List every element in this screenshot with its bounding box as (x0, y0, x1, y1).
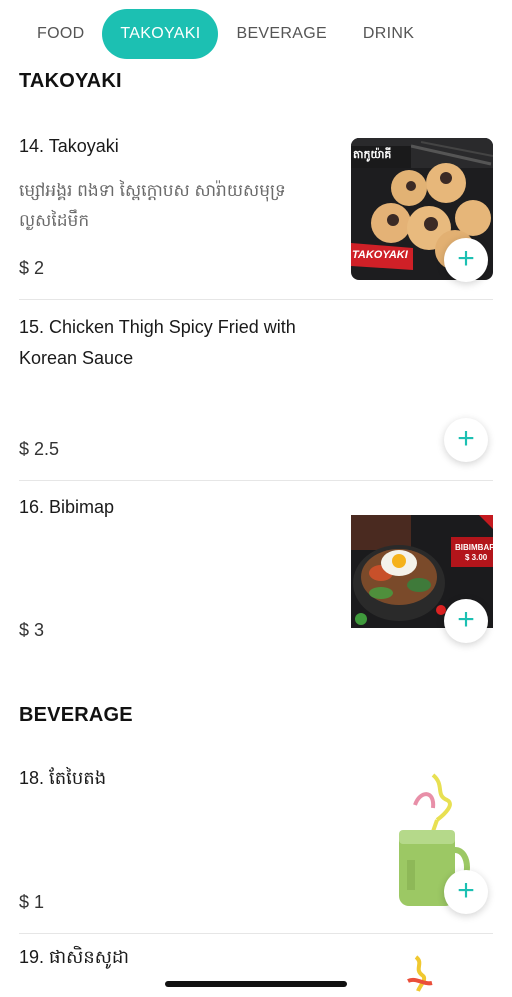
item-price: $ 2.5 (19, 439, 60, 459)
add-to-cart-button[interactable]: + (444, 599, 488, 643)
plus-icon: + (457, 874, 475, 907)
item-price: $ 2 (19, 258, 45, 278)
category-tabs: FOOD TAKOYAKI BEVERAGE DRINK (0, 0, 512, 68)
tab-food[interactable]: FOOD (18, 9, 102, 59)
item-name: 15. Chicken Thigh Spicy Fried with Korea… (19, 317, 296, 368)
passion-soda-photo (388, 955, 448, 997)
plus-icon: + (457, 603, 475, 636)
item-description: ម្សៅអង្គរ ពងទា ស្ពៃក្ដោបស សារ៉ាយសមុទ្រ ល… (19, 181, 286, 230)
section-title-takoyaki: TAKOYAKI (19, 70, 122, 92)
item-name: 18. តែបៃតង (19, 768, 107, 788)
tab-beverage[interactable]: BEVERAGE (218, 9, 344, 59)
add-to-cart-button[interactable]: + (444, 418, 488, 462)
image-banner-text: TAKOYAKI (352, 249, 408, 261)
section-title-beverage: BEVERAGE (19, 704, 133, 726)
home-indicator (165, 981, 347, 987)
add-to-cart-button[interactable]: + (444, 870, 488, 914)
add-to-cart-button[interactable]: + (444, 238, 488, 282)
divider (19, 299, 493, 300)
tab-drink[interactable]: DRINK (345, 9, 432, 59)
item-name: 19. ផាសិនសូដា (19, 947, 130, 967)
passion-soda-image[interactable] (388, 955, 448, 997)
image-banner-price: $ 3.00 (465, 553, 488, 562)
item-name: 14. Takoyaki (19, 136, 119, 156)
item-name: 16. Bibimap (19, 497, 115, 517)
menu-item[interactable]: 15. Chicken Thigh Spicy Fried with Korea… (19, 312, 493, 472)
image-banner-text: BIBIMBAP (455, 543, 493, 552)
divider (19, 933, 493, 934)
item-price: $ 1 (19, 892, 45, 912)
plus-icon: + (457, 422, 475, 455)
plus-icon: + (457, 242, 475, 275)
tab-takoyaki[interactable]: TAKOYAKI (102, 9, 219, 59)
item-price: $ 3 (19, 620, 45, 640)
image-top-text: តាកូយ៉ាគី (353, 149, 392, 161)
divider (19, 480, 493, 481)
